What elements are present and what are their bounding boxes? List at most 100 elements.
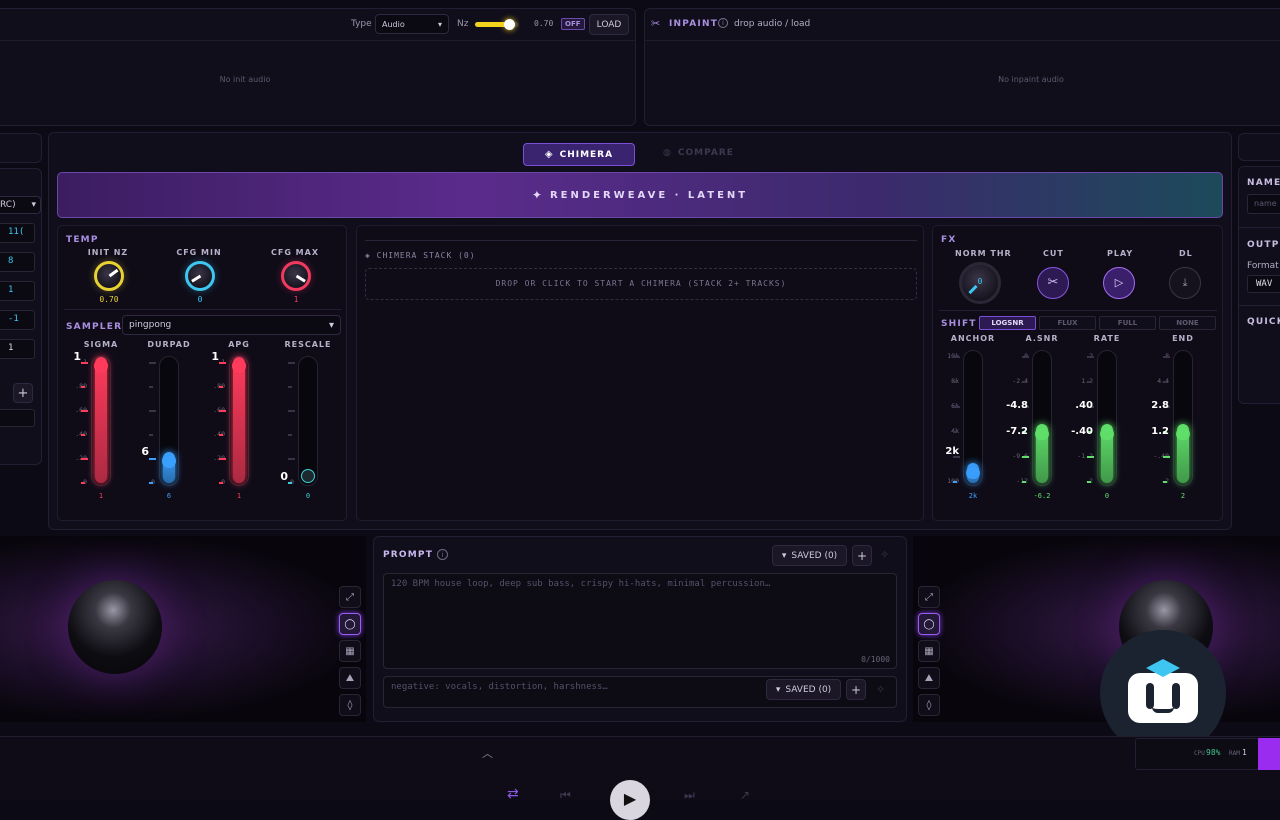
shift-mode-logsnr[interactable]: LOGSNR	[979, 316, 1036, 330]
left-value-field[interactable]: -1	[0, 310, 35, 330]
sampler-fader-tickmark	[149, 410, 156, 412]
sampler-fader-thumb[interactable]	[232, 359, 246, 373]
info-icon[interactable]: i	[437, 549, 448, 560]
sampler-fader-tickmark	[81, 410, 88, 412]
off-badge[interactable]: OFF	[561, 18, 585, 30]
shift-mode-flux[interactable]: FLUX	[1039, 316, 1096, 330]
play-button[interactable]: ▷	[1103, 267, 1135, 299]
transport-play-button[interactable]: ▶	[610, 780, 650, 820]
shift-mode-full[interactable]: FULL	[1099, 316, 1156, 330]
nz-slider-thumb[interactable]	[504, 19, 516, 30]
fx-title: FX	[941, 235, 957, 245]
left-value-field[interactable]: 8	[0, 252, 35, 272]
add-icon[interactable]: +	[13, 383, 33, 403]
shift-mode-none[interactable]: NONE	[1159, 316, 1216, 330]
sampler-fader-thumb[interactable]	[301, 469, 315, 483]
expand-icon[interactable]: ⤢	[918, 586, 940, 608]
skip-forward-icon[interactable]: ⏭	[684, 788, 695, 803]
chimera-stack-title-text: CHIMERA STACK (0)	[376, 251, 476, 260]
accent-button[interactable]	[1258, 738, 1280, 770]
sampler-select[interactable]: pingpong ▾	[122, 315, 341, 335]
init-type-label: Type	[351, 19, 372, 29]
cut-button[interactable]: ✂	[1037, 267, 1069, 299]
download-button[interactable]: ⤓	[1169, 267, 1201, 299]
temp-knob[interactable]	[94, 261, 124, 291]
magic-wand-icon[interactable]: ✧	[876, 683, 885, 696]
right-divider-1	[1239, 227, 1280, 228]
drop-icon[interactable]: ◊	[339, 694, 361, 716]
compare-icon: ◍	[663, 148, 672, 158]
sampler-fader-big-value: 1	[73, 350, 81, 363]
sampler-fader-thumb[interactable]	[94, 359, 108, 373]
shift-fader-tickmark	[953, 356, 960, 358]
shift-fader-value: -6.2	[1033, 492, 1051, 500]
temp-knob[interactable]	[281, 261, 311, 291]
inpaint-empty-text: No inpaint audio	[998, 75, 1064, 84]
shift-fader-tickmark	[953, 406, 960, 408]
negative-placeholder: negative: vocals, distortion, harshness…	[391, 682, 608, 692]
format-select[interactable]: WAV	[1247, 275, 1280, 293]
shift-fader-tickmark	[1163, 481, 1167, 483]
shift-fader-tickmark	[1163, 356, 1170, 358]
shift-fader-tickmark	[1087, 381, 1091, 383]
info-icon[interactable]: i	[718, 18, 728, 28]
drop-icon[interactable]: ◊	[918, 694, 940, 716]
circle-icon[interactable]: ◯	[918, 613, 940, 635]
expand-icon[interactable]: ⤢	[339, 586, 361, 608]
temp-knob[interactable]	[185, 261, 215, 291]
shift-fader-thumb[interactable]	[1176, 427, 1190, 440]
shift-fader-thumb[interactable]	[1035, 427, 1049, 440]
tab-chimera[interactable]: ◈ CHIMERA	[523, 143, 635, 166]
left-value-text: 1	[8, 343, 14, 353]
magic-wand-icon[interactable]: ✧	[880, 548, 889, 561]
skip-back-icon[interactable]: ⏮	[560, 788, 571, 803]
grid-icon[interactable]: ▦	[339, 640, 361, 662]
shift-fader-tickmark	[953, 431, 957, 433]
chevron-up-icon[interactable]: ︿	[482, 745, 493, 761]
prompt-add-button[interactable]: +	[852, 545, 872, 566]
sampler-fader-track[interactable]	[91, 356, 111, 486]
left-select[interactable]: RC) ▾	[0, 196, 41, 214]
name-label: NAME	[1247, 178, 1280, 188]
left-value-field[interactable]: 1	[0, 281, 35, 301]
sampler-fader-tickmark	[288, 362, 295, 364]
name-input[interactable]: name	[1247, 194, 1280, 214]
mountain-icon[interactable]: ⛰	[918, 667, 940, 689]
prompt-placeholder: 120 BPM house loop, deep sub bass, crisp…	[391, 579, 771, 589]
shift-fader-thumb[interactable]	[966, 467, 980, 480]
shift-fader-track[interactable]	[1097, 350, 1117, 486]
left-value-field[interactable]: 11(	[0, 223, 35, 243]
visualizer-left[interactable]	[0, 536, 366, 722]
left-input[interactable]	[0, 409, 35, 427]
prompt-saved-button[interactable]: ▾ SAVED (0)	[772, 545, 847, 566]
renderweave-banner[interactable]: ✦ RENDERWEAVE · LATENT	[57, 172, 1223, 218]
tab-compare[interactable]: ◍ COMPARE	[663, 148, 734, 158]
init-load-button[interactable]: LOAD	[589, 14, 629, 35]
circle-icon[interactable]: ◯	[339, 613, 361, 635]
prompt-textarea[interactable]: 120 BPM house loop, deep sub bass, crisp…	[383, 573, 897, 669]
mountain-icon[interactable]: ⛰	[339, 667, 361, 689]
nz-slider[interactable]	[475, 19, 519, 30]
init-type-select[interactable]: Audio ▾	[375, 14, 449, 34]
temp-title: TEMP	[66, 235, 99, 245]
sampler-fader-track[interactable]	[298, 356, 318, 486]
negative-saved-button[interactable]: ▾ SAVED (0)	[766, 679, 841, 700]
shift-fader-thumb[interactable]	[1100, 427, 1114, 440]
chimera-drop-zone[interactable]: DROP OR CLICK TO START A CHIMERA (STACK …	[365, 268, 917, 300]
negative-add-button[interactable]: +	[846, 679, 866, 700]
shift-fader-track[interactable]	[1173, 350, 1193, 486]
shift-fader-track[interactable]	[1032, 350, 1052, 486]
left-value-field[interactable]: 1	[0, 339, 35, 359]
norm-thr-value: 0	[977, 277, 983, 286]
shift-fader-track[interactable]	[963, 350, 983, 486]
chevron-down-icon: ▾	[775, 684, 781, 695]
sampler-fader-track[interactable]	[159, 356, 179, 486]
shift-fader-value: 2	[1180, 492, 1186, 500]
sampler-fader-tickmark	[149, 458, 156, 460]
sampler-fader-value: 1	[236, 492, 242, 500]
norm-thr-knob[interactable]: 0	[959, 262, 1001, 304]
sampler-fader-track[interactable]	[229, 356, 249, 486]
grid-icon[interactable]: ▦	[918, 640, 940, 662]
sampler-fader-thumb[interactable]	[162, 453, 176, 468]
main-panel: ◈ CHIMERA ◍ COMPARE ✦ RENDERWEAVE · LATE…	[48, 132, 1232, 530]
